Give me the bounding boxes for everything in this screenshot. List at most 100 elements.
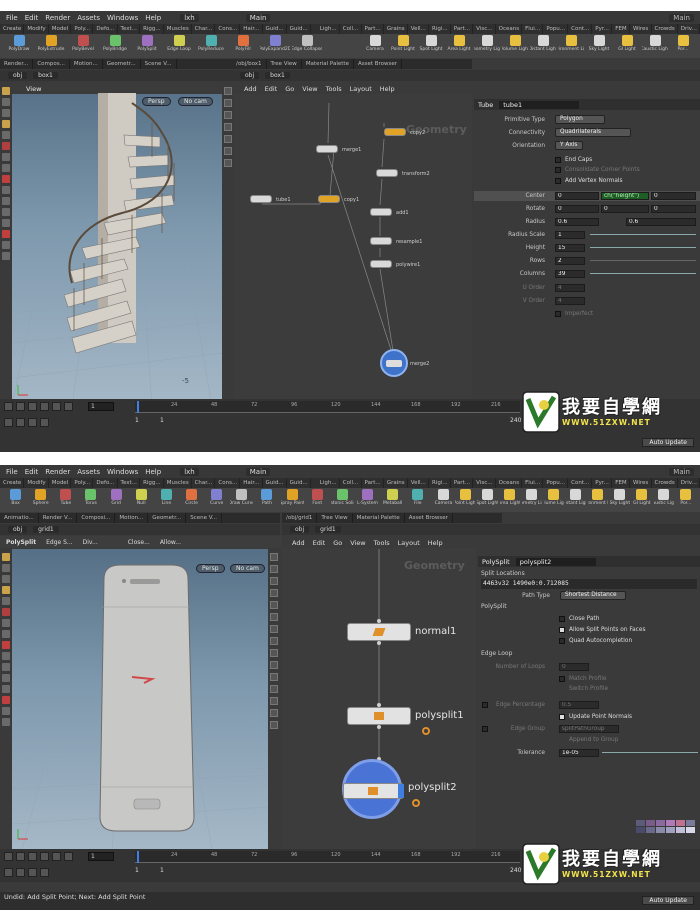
node-copy1[interactable] [318,195,340,203]
radius-z-field[interactable]: 0.6 [626,218,696,226]
light-tool[interactable]: Geometry Light [474,35,500,57]
shelf-tab[interactable]: Pyr... [592,478,613,488]
jump-end-icon[interactable] [64,402,73,411]
light-tool[interactable]: Point Light [390,35,416,57]
visibility-icon[interactable] [2,718,10,726]
pane-tab[interactable]: Composi... [77,513,116,523]
display-icon[interactable] [270,649,278,657]
auto-update-button[interactable]: Auto Update [642,896,694,905]
display-icon[interactable] [270,637,278,645]
shelf-tab[interactable]: Part... [362,24,384,34]
move-tool-icon[interactable] [2,564,10,572]
menu-file[interactable]: File [6,14,18,22]
display-icon[interactable] [270,577,278,585]
timeline-ruler[interactable]: 24 48 72 96 120 144 168 192 216 [135,401,520,413]
light-tool[interactable]: Distant Light [530,35,556,57]
shelf-tool[interactable]: Spray Paint [281,489,304,511]
pane-tab[interactable]: Tree View [317,513,353,523]
start-frame[interactable]: 1 [135,417,139,427]
shelf-tab[interactable]: Muscles [164,24,192,34]
path-obj[interactable]: obj [8,526,28,533]
stop-icon[interactable] [28,402,37,411]
switch-profile-button[interactable]: Switch Profile [569,684,608,694]
shelf-tab[interactable]: Flui... [522,478,544,488]
path-type-menu[interactable]: Shortest Distance [560,591,626,600]
edge-snap-option[interactable]: Edge S... [46,539,73,546]
pane-tab[interactable]: Motion... [115,513,149,523]
primitive-type-menu[interactable]: Polygon [555,115,605,124]
pane-tab[interactable]: Geometr... [103,59,141,69]
current-frame-marker[interactable] [137,401,139,413]
pane-tab[interactable]: Motion... [70,59,103,69]
timeline-ruler[interactable]: 24 48 72 96 120 144 168 192 216 [135,851,520,863]
prims-icon[interactable] [2,696,10,704]
node-tube1[interactable] [250,195,272,203]
wire-icon[interactable] [2,197,10,205]
path-obj[interactable]: obj [290,526,310,533]
group-icon[interactable] [2,707,10,715]
divisions-option[interactable]: Div... [83,539,98,546]
shelf-tab[interactable]: Vell... [408,24,430,34]
split-locations-field[interactable]: 4463v32 1490e0:0.712085 [481,579,697,589]
columns-field[interactable]: 39 [555,270,585,278]
shelf-tool[interactable]: Edge Collapse [292,35,322,57]
display-icon[interactable] [224,111,232,119]
light-tool[interactable]: Distant Light [566,489,586,511]
shelf-tab[interactable]: Guid... [263,478,287,488]
shelf-tab[interactable]: Hair... [240,24,263,34]
pane-tab[interactable]: Render... [0,59,34,69]
scale-tool-icon[interactable] [2,586,10,594]
light-tool[interactable]: Area Light [446,35,472,57]
shelf-tab[interactable]: Crowds [652,478,678,488]
display-icon[interactable] [224,135,232,143]
view-tool-icon[interactable] [2,619,10,627]
edges-icon[interactable] [2,685,10,693]
magnet-icon[interactable] [2,641,10,649]
pane-tab[interactable]: Asset Browser [405,513,453,523]
update-normals-checkbox-checked[interactable] [559,714,565,720]
select-tool-icon[interactable] [2,553,10,561]
desktop-selector[interactable]: Main [245,467,271,476]
display-icon[interactable] [224,99,232,107]
shelf-tab[interactable]: Muscles [164,478,192,488]
node-polysplit1[interactable] [347,707,411,725]
end-frame[interactable]: 240 [510,867,521,877]
path-box1[interactable]: box1 [265,72,290,79]
shelf-tool[interactable]: PolyReduce [196,35,226,57]
shelf-tool[interactable]: L-System [356,489,379,511]
points-icon[interactable] [2,674,10,682]
display-flag-icon[interactable] [398,784,404,798]
quad-autocompletion-checkbox[interactable] [559,638,565,644]
light-tool[interactable]: Point Light [455,489,475,511]
shelf-tab[interactable]: Vell... [408,478,430,488]
bypass-gear-icon[interactable] [412,799,420,807]
light-tool[interactable]: Spot Light [418,35,444,57]
shelf-tab[interactable]: Ligh... [317,24,340,34]
node-polysplit2-selected[interactable] [342,759,404,819]
shelf-tab[interactable]: Text... [118,478,141,488]
start-frame-2[interactable]: 1 [160,417,164,427]
hip-file-field[interactable]: lxh [180,13,199,22]
shelf-tab[interactable]: Create [0,478,25,488]
display-icon[interactable] [270,565,278,573]
shelf-tab[interactable]: Flui... [522,24,544,34]
menu-file[interactable]: File [6,468,18,476]
node-add1[interactable] [370,208,392,216]
grid-icon[interactable] [2,652,10,660]
allow-split-option[interactable]: Allow... [160,539,181,546]
display-icon[interactable] [270,661,278,669]
shelf-tab[interactable]: Grains [384,478,408,488]
menu-windows[interactable]: Windows [107,468,138,476]
shelf-tab[interactable]: Modify [24,24,49,34]
shelf-tab[interactable]: Hair... [240,478,263,488]
shelf-tool[interactable]: PolyFill [228,35,258,57]
rows-field[interactable]: 2 [555,257,585,265]
shelf-tool[interactable]: Metaball [381,489,404,511]
shelf-tab[interactable]: Cont... [568,478,593,488]
start-frame-2[interactable]: 1 [160,867,164,877]
select-tool-icon[interactable] [2,87,10,95]
snap-icon[interactable] [2,164,10,172]
light-tool[interactable]: Sky Light [610,489,630,511]
shelf-tab[interactable]: Rigg... [140,478,164,488]
rows-slider[interactable] [590,260,696,261]
